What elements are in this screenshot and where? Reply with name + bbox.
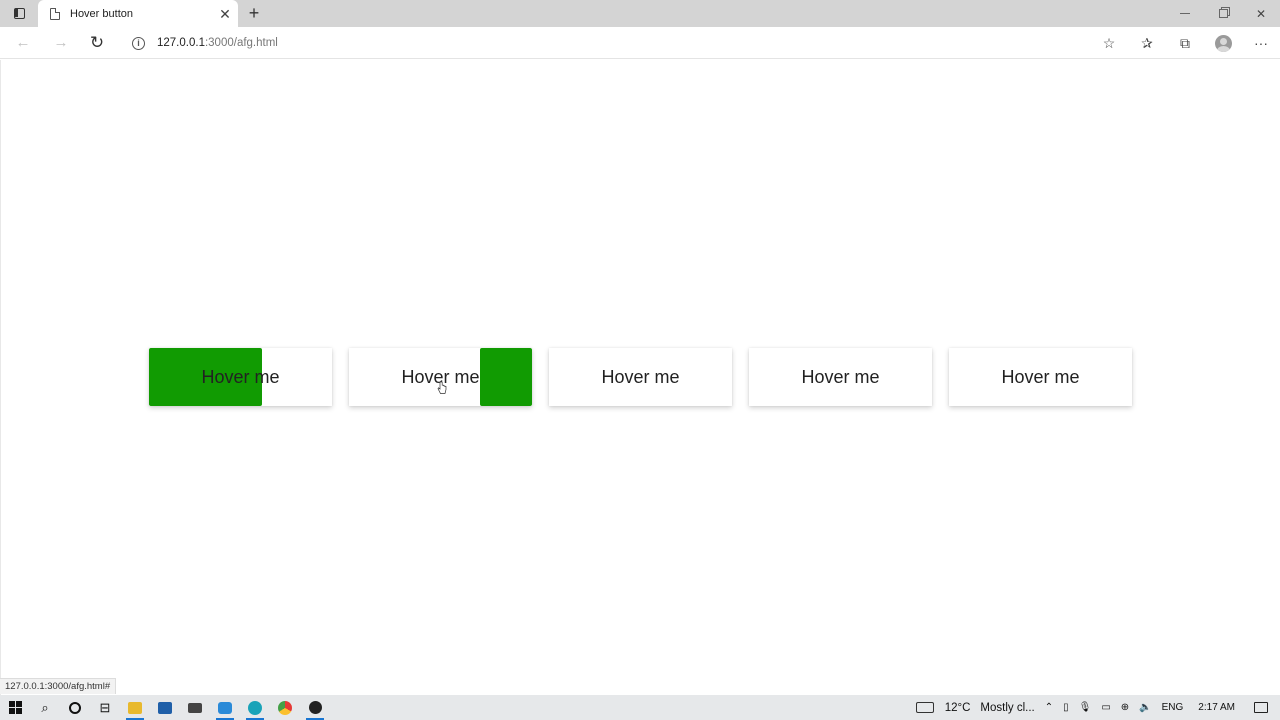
profile-button[interactable] <box>1204 27 1242 59</box>
address-bar[interactable]: i 127.0.0.1:3000/afg.html <box>120 30 1120 56</box>
close-window-button[interactable]: ✕ <box>1242 0 1280 27</box>
file-explorer-icon[interactable] <box>120 695 150 720</box>
forward-arrow-icon[interactable]: → <box>50 32 72 54</box>
notifications-icon[interactable] <box>1254 702 1268 713</box>
search-icon[interactable]: ⌕ <box>30 695 60 720</box>
hover-button-5[interactable]: Hover me <box>949 348 1132 406</box>
more-options-icon[interactable]: ··· <box>1242 27 1280 59</box>
hand-cursor-icon <box>437 381 447 394</box>
restore-button[interactable] <box>1204 0 1242 27</box>
cortana-icon[interactable] <box>60 695 90 720</box>
favorites-icon[interactable]: ✰ <box>1128 27 1166 59</box>
browser-titlebar: Hover button ✕ + ✕ <box>0 0 1280 27</box>
hover-button-row: Hover me Hover me Hover me Hover me Hove… <box>149 348 1132 406</box>
hover-button-label: Hover me <box>601 367 680 387</box>
hover-button-label: Hover me <box>401 367 480 387</box>
hover-button-2[interactable]: Hover me <box>349 348 532 406</box>
edge-icon[interactable] <box>240 695 270 720</box>
toolbar-icons: ☆ ✰ ⧉ ··· <box>1090 27 1280 59</box>
hover-button-label: Hover me <box>1001 367 1080 387</box>
tab-title: Hover button <box>70 7 133 20</box>
hover-button-label: Hover me <box>801 367 880 387</box>
store-icon[interactable] <box>150 695 180 720</box>
windows-taskbar: ⌕ ⊟ 12°C Mostly cl... ⌃ ▯ 🎙 ▭ ⊕ 🔈 ENG 2:… <box>0 695 1280 720</box>
new-tab-button[interactable]: + <box>244 3 264 23</box>
hover-button-3[interactable]: Hover me <box>549 348 732 406</box>
temperature[interactable]: 12°C <box>945 702 971 714</box>
mail-icon[interactable] <box>180 695 210 720</box>
hover-button-1[interactable]: Hover me <box>149 348 332 406</box>
browser-toolbar: ← → ↻ i 127.0.0.1:3000/afg.html ☆ ✰ ⧉ ··… <box>0 27 1280 59</box>
weather-icon[interactable] <box>915 702 934 713</box>
browser-tab-active[interactable]: Hover button ✕ <box>38 0 238 27</box>
reload-icon[interactable]: ↻ <box>86 32 108 54</box>
url-host: 127.0.0.1 <box>157 37 205 49</box>
avatar <box>1214 34 1232 52</box>
site-info-icon[interactable]: i <box>132 36 145 50</box>
show-hidden-icons-icon[interactable]: ⌃ <box>1045 702 1053 713</box>
window-controls: ✕ <box>1166 0 1280 27</box>
microphone-icon[interactable]: 🎙 <box>1079 702 1092 713</box>
page-content: Hover me Hover me Hover me Hover me Hove… <box>0 60 1280 695</box>
weather-text[interactable]: Mostly cl... <box>980 702 1034 714</box>
minimize-button[interactable] <box>1166 0 1204 27</box>
tab-actions-menu-icon[interactable] <box>12 6 27 21</box>
status-bar-url: 127.0.0.1:3000/afg.html# <box>0 678 117 694</box>
volume-icon[interactable]: 🔈 <box>1139 702 1151 713</box>
add-favorite-icon[interactable]: ☆ <box>1090 27 1128 59</box>
collections-icon[interactable]: ⧉ <box>1166 27 1204 59</box>
language-indicator[interactable]: ENG <box>1162 702 1184 713</box>
vscode-icon[interactable] <box>210 695 240 720</box>
back-arrow-icon[interactable]: ← <box>12 32 34 54</box>
hover-button-4[interactable]: Hover me <box>749 348 932 406</box>
system-tray: 12°C Mostly cl... ⌃ ▯ 🎙 ▭ ⊕ 🔈 ENG 2:17 A… <box>915 695 1280 720</box>
page-icon <box>50 7 60 20</box>
clock[interactable]: 2:17 AM <box>1198 702 1235 713</box>
device-icon[interactable]: ▯ <box>1063 702 1069 713</box>
chrome-icon[interactable] <box>270 695 300 720</box>
hover-button-label: Hover me <box>201 367 280 387</box>
start-button[interactable] <box>0 695 30 720</box>
close-tab-button[interactable]: ✕ <box>216 5 234 23</box>
url-path: :3000/afg.html <box>204 37 278 49</box>
address-url[interactable]: 127.0.0.1:3000/afg.html <box>157 37 278 49</box>
obs-icon[interactable] <box>300 695 330 720</box>
network-icon[interactable]: ⊕ <box>1121 702 1129 713</box>
task-view-icon[interactable]: ⊟ <box>90 695 120 720</box>
battery-icon[interactable]: ▭ <box>1101 702 1110 713</box>
